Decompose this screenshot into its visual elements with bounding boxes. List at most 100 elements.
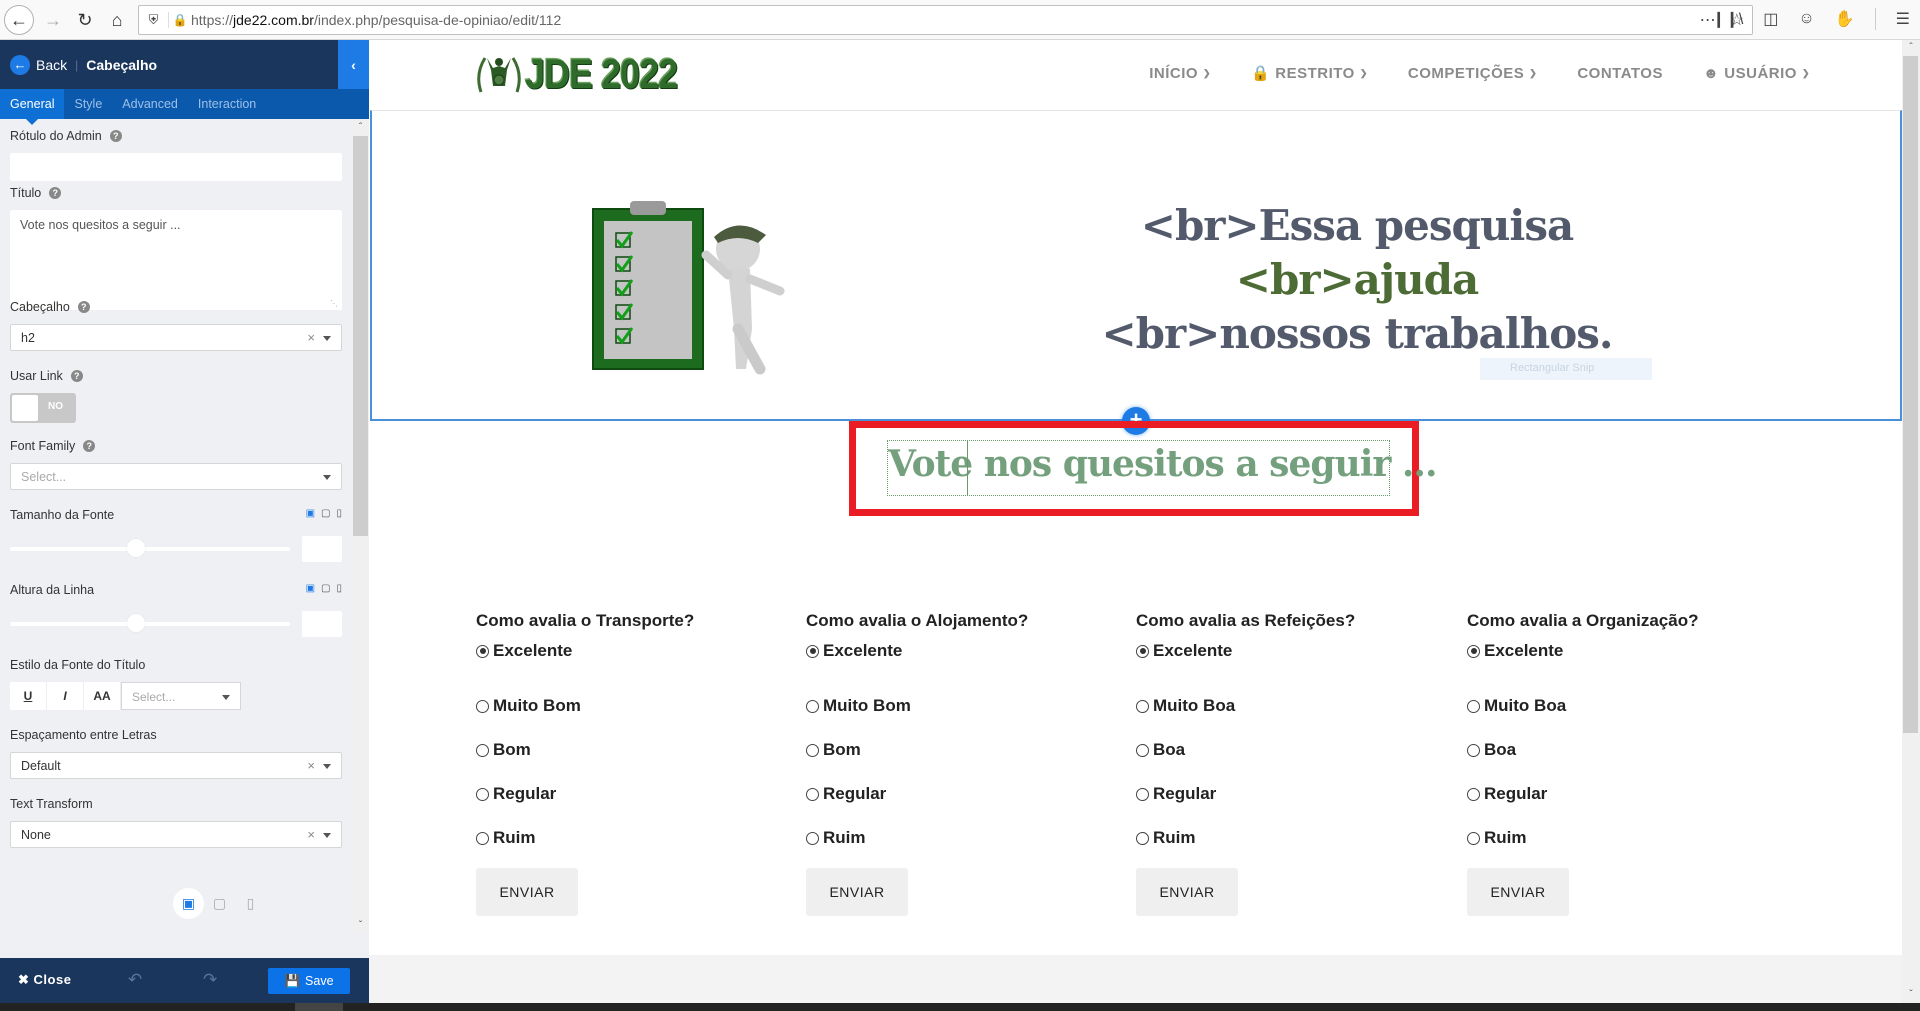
use-link-toggle[interactable]: NO [10,393,76,423]
mobile-icon[interactable]: ▯ [235,888,266,919]
radio-label[interactable]: Regular [1153,784,1216,804]
sidebar-icon[interactable]: ◫ [1763,9,1778,29]
slider-thumb[interactable] [127,614,145,632]
site-logo[interactable]: JDE 2022 [475,50,678,97]
nav-contatos[interactable]: CONTATOS [1577,64,1663,82]
mobile-icon[interactable]: ▯ [336,583,342,594]
radio-option[interactable]: Bom [806,728,1126,772]
radio-unchecked-icon[interactable] [1136,787,1149,801]
submit-button[interactable]: ENVIAR [1136,868,1238,916]
radio-unchecked-icon[interactable] [806,743,819,757]
tab-general[interactable]: General [0,89,65,125]
radio-option[interactable]: Muito Boa [1136,684,1456,728]
radio-option[interactable]: Ruim [1467,816,1787,860]
hand-icon[interactable]: ✋ [1835,9,1855,29]
font-size-input[interactable] [302,536,342,562]
desktop-icon[interactable]: ▣ [306,583,315,594]
radio-label[interactable]: Boa [1153,740,1185,760]
radio-unchecked-icon[interactable] [806,831,819,845]
radio-label[interactable]: Regular [1484,784,1547,804]
tablet-icon[interactable]: ▢ [321,508,330,519]
radio-label[interactable]: Muito Boa [1153,696,1235,716]
nav-inicio[interactable]: INÍCIO ❯ [1149,64,1211,82]
help-icon[interactable]: ? [70,370,83,382]
scroll-down-icon[interactable]: ˇ [352,917,369,934]
scrollbar-thumb[interactable] [1903,56,1918,733]
url-text[interactable]: https://jde22.com.br/index.php/pesquisa-… [191,12,561,28]
text-transform-select[interactable]: None × [10,821,342,848]
menu-icon[interactable]: ☰ [1896,9,1910,29]
radio-label[interactable]: Regular [493,784,556,804]
slider-thumb[interactable] [127,539,145,557]
radio-unchecked-icon[interactable] [806,787,819,801]
radio-label[interactable]: Ruim [493,828,536,848]
font-weight-select[interactable]: Select... [121,682,241,710]
radio-option[interactable]: Regular [1467,772,1787,816]
radio-unchecked-icon[interactable] [476,787,489,801]
radio-option[interactable]: Regular [1136,772,1456,816]
tab-style[interactable]: Style [64,89,112,119]
help-icon[interactable]: ? [109,130,122,142]
radio-label[interactable]: Excelente [1153,641,1232,661]
help-icon[interactable]: ? [83,440,96,452]
nav-competicoes[interactable]: COMPETIÇÕES ❯ [1408,64,1537,82]
radio-unchecked-icon[interactable] [1136,831,1149,845]
scroll-up-icon[interactable]: ˆ [352,119,369,136]
admin-label-input[interactable] [10,153,342,181]
collapse-sidebar-button[interactable]: ‹ [338,40,369,89]
radio-option[interactable]: Ruim [476,816,796,860]
radio-option[interactable]: Muito Bom [476,684,796,728]
address-bar[interactable]: ⛨ 🔒 https://jde22.com.br/index.php/pesqu… [138,5,1753,35]
line-height-slider[interactable] [10,611,342,637]
radio-option[interactable]: Muito Bom [806,684,1126,728]
radio-unchecked-icon[interactable] [806,699,819,713]
redo-icon[interactable]: ↷ [203,970,217,990]
radio-label[interactable]: Boa [1484,740,1516,760]
radio-label[interactable]: Ruim [1484,828,1527,848]
radio-checked-icon[interactable] [1467,644,1480,658]
radio-option[interactable]: Excelente [1136,640,1456,662]
line-height-input[interactable] [302,611,342,637]
radio-option[interactable]: Regular [806,772,1126,816]
radio-label[interactable]: Excelente [823,641,902,661]
underline-button[interactable]: U [10,682,47,710]
undo-icon[interactable]: ↶ [128,970,142,990]
forward-icon[interactable]: → [38,5,68,35]
font-size-slider[interactable] [10,536,342,562]
clear-icon[interactable]: × [307,758,315,773]
desktop-icon[interactable]: ▣ [173,888,204,919]
desktop-icon[interactable]: ▣ [306,508,315,519]
radio-checked-icon[interactable] [1136,644,1149,658]
radio-checked-icon[interactable] [806,644,819,658]
radio-option[interactable]: Muito Boa [1467,684,1787,728]
radio-label[interactable]: Bom [823,740,861,760]
slider-track[interactable] [10,547,290,551]
radio-label[interactable]: Excelente [1484,641,1563,661]
clear-icon[interactable]: × [307,827,315,842]
uppercase-button[interactable]: AA [84,682,121,710]
title-textarea[interactable]: Vote nos quesitos a seguir ... ⋱ [10,210,342,310]
radio-label[interactable]: Muito Bom [493,696,581,716]
home-icon[interactable]: ⌂ [102,5,132,35]
selected-heading-highlight[interactable]: Vote nos quesitos a seguir ... [849,421,1437,516]
radio-option[interactable]: Boa [1136,728,1456,772]
page-scrollbar[interactable]: ˆ ˇ [1902,40,1920,1003]
tablet-icon[interactable]: ▢ [204,888,235,919]
library-icon[interactable]: ❙❙\ [1712,9,1743,29]
tab-advanced[interactable]: Advanced [112,89,188,119]
radio-option[interactable]: Bom [476,728,796,772]
submit-button[interactable]: ENVIAR [1467,868,1569,916]
sidebar-scrollbar[interactable]: ˆ ˇ [352,119,369,934]
font-family-select[interactable]: Select... [10,463,342,490]
account-icon[interactable]: ☺ [1798,10,1814,28]
close-button[interactable]: ✖ Close [18,972,71,988]
radio-option[interactable]: Boa [1467,728,1787,772]
help-icon[interactable]: ? [77,301,90,313]
radio-unchecked-icon[interactable] [476,699,489,713]
radio-option[interactable]: Ruim [1136,816,1456,860]
back-button[interactable]: ← Back [10,54,67,75]
radio-unchecked-icon[interactable] [1467,699,1480,713]
radio-unchecked-icon[interactable] [1467,831,1480,845]
radio-label[interactable]: Muito Bom [823,696,911,716]
tablet-icon[interactable]: ▢ [321,583,330,594]
